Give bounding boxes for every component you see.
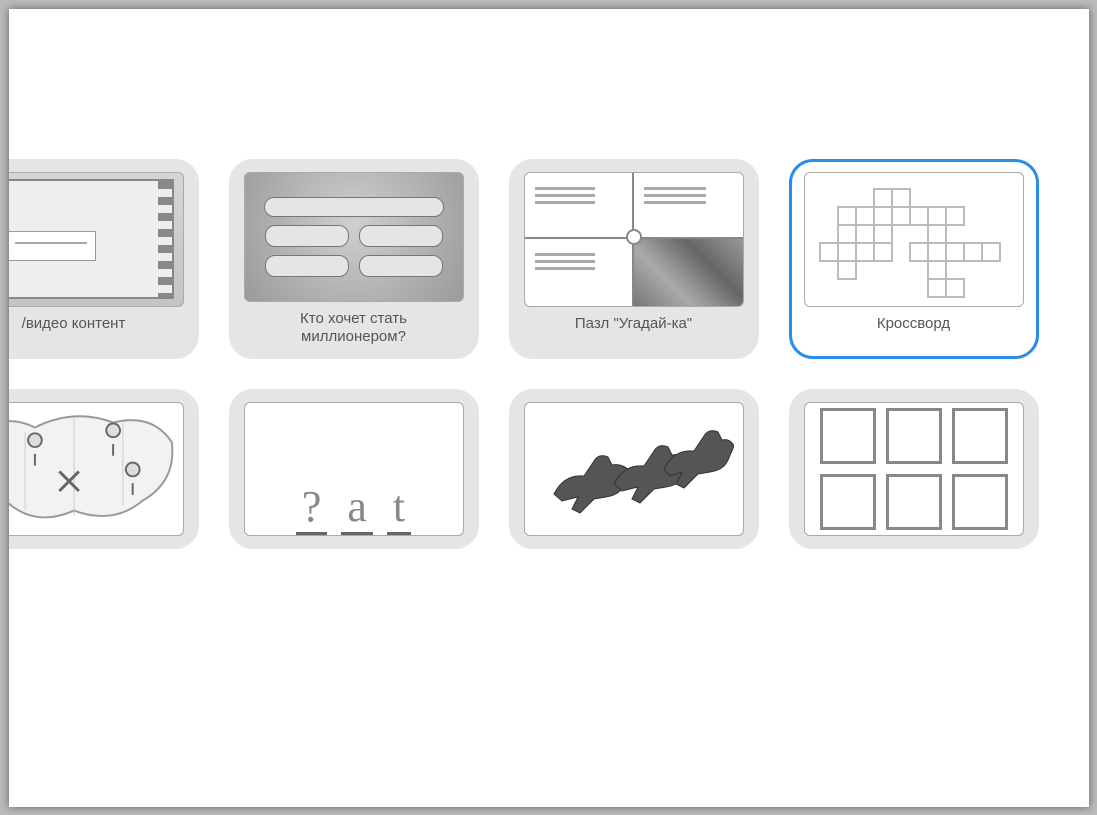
letter-slot: t xyxy=(387,481,411,535)
template-card-map[interactable] xyxy=(9,389,199,549)
card-label: Кроссворд xyxy=(871,315,956,333)
template-card-puzzle[interactable]: Пазл "Угадай-ка" xyxy=(509,159,759,359)
card-label: Пазл "Угадай-ка" xyxy=(569,315,698,333)
fill-letters-icon: ? a t xyxy=(244,402,464,536)
millionaire-icon xyxy=(244,172,464,302)
template-card-letters[interactable]: ? a t xyxy=(229,389,479,549)
puzzle-icon xyxy=(524,172,744,307)
letter-slot: ? xyxy=(296,481,328,535)
template-card-horse-race[interactable] xyxy=(509,389,759,549)
gallery-row-1: /видео контент Кто хочет стать миллионер… xyxy=(9,159,1069,359)
template-card-grid[interactable] xyxy=(789,389,1039,549)
card-label: /видео контент xyxy=(16,315,132,333)
grid-icon xyxy=(804,402,1024,536)
video-content-icon xyxy=(9,172,184,307)
gallery-row-2: ? a t xyxy=(9,389,1069,549)
letter-slot: a xyxy=(341,481,373,535)
template-card-millionaire[interactable]: Кто хочет стать миллионером? xyxy=(229,159,479,359)
crossword-icon xyxy=(804,172,1024,307)
template-gallery: /видео контент Кто хочет стать миллионер… xyxy=(9,159,1069,549)
map-icon xyxy=(9,402,184,536)
template-card-crossword[interactable]: Кроссворд xyxy=(789,159,1039,359)
card-label: Кто хочет стать миллионером? xyxy=(242,310,466,346)
horse-race-icon xyxy=(524,402,744,536)
app-frame: /видео контент Кто хочет стать миллионер… xyxy=(9,9,1089,807)
template-card-video[interactable]: /видео контент xyxy=(9,159,199,359)
